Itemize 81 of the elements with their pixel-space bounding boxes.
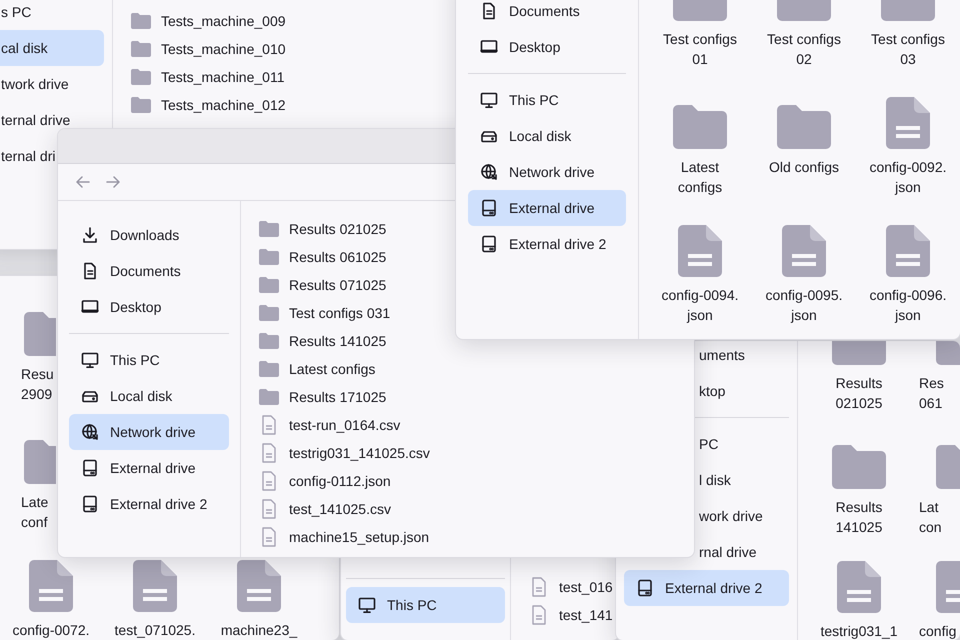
- file-list-item[interactable]: test_016: [529, 573, 613, 601]
- item-label: Lat con: [918, 498, 942, 537]
- sidebar-item[interactable]: rnal drive: [697, 534, 757, 570]
- hard-drive-icon: [480, 199, 498, 217]
- file-list-item[interactable]: Results 021025: [259, 215, 386, 243]
- sidebar-item[interactable]: External drive 2: [468, 226, 626, 262]
- item-label: Res 061: [918, 374, 944, 413]
- file-list-item[interactable]: Test configs 031: [259, 299, 390, 327]
- laptop-icon: [81, 298, 99, 316]
- sidebar-item[interactable]: cal disk: [0, 30, 104, 66]
- sidebar-item[interactable]: ktop: [697, 373, 726, 409]
- sidebar-item[interactable]: External drive: [69, 450, 229, 486]
- file-list-item[interactable]: Results 171025: [259, 383, 386, 411]
- item-label: config-0094. json: [660, 286, 740, 325]
- sidebar-item[interactable]: s PC: [0, 0, 32, 30]
- item-label: Results 141025: [834, 498, 884, 537]
- file-list-item[interactable]: config-0112.json: [259, 467, 391, 495]
- item-label: testrig031_1: [819, 622, 899, 640]
- sidebar-item[interactable]: This PC: [346, 587, 505, 623]
- file-list-item[interactable]: Tests_machine_011: [131, 63, 284, 91]
- sidebar-item[interactable]: PC: [697, 426, 718, 462]
- file-list-item[interactable]: Results 141025: [259, 327, 386, 355]
- file-list-item[interactable]: Tests_machine_012: [131, 91, 286, 119]
- item-label: Results 021025: [834, 374, 884, 413]
- sidebar-item[interactable]: This PC: [468, 82, 626, 118]
- sidebar-item[interactable]: Desktop: [69, 289, 229, 325]
- sidebar-item[interactable]: twork drive: [0, 66, 69, 102]
- sidebar-item[interactable]: uments: [697, 341, 745, 373]
- item-label: config-0096. json: [868, 286, 948, 325]
- item-label: Test configs 03: [870, 30, 946, 69]
- file-list-item[interactable]: testrig031_141025.csv: [259, 439, 430, 467]
- sidebar-item[interactable]: Local disk: [468, 118, 626, 154]
- file-list-item[interactable]: Results 071025: [259, 271, 386, 299]
- file-list-item[interactable]: Tests_machine_010: [131, 35, 286, 63]
- sidebar-item[interactable]: ternal drive: [0, 102, 70, 138]
- download-icon: [81, 226, 99, 244]
- item-label: Test configs 02: [766, 30, 842, 69]
- item-label: config-0092. json: [868, 158, 948, 197]
- hard-drive-icon: [81, 459, 99, 477]
- item-label: Latest configs: [676, 158, 724, 197]
- monitor-icon: [81, 351, 99, 369]
- monitor-icon: [480, 91, 498, 109]
- item-label: machine23_: [220, 621, 298, 640]
- document-icon: [480, 2, 498, 20]
- item-label: config-0072.: [11, 621, 91, 640]
- sidebar-item[interactable]: Documents: [69, 253, 229, 289]
- hard-drive-icon: [480, 235, 498, 253]
- globe-icon: [480, 163, 498, 181]
- file-list-item[interactable]: Results 061025: [259, 243, 386, 271]
- globe-icon: [81, 423, 99, 441]
- sidebar-item[interactable]: Desktop: [468, 29, 626, 65]
- hard-drive-icon: [81, 495, 99, 513]
- item-label: Late conf: [20, 493, 48, 532]
- sidebar-item[interactable]: work drive: [697, 498, 763, 534]
- item-label: test_071025.: [114, 621, 196, 640]
- hard-drive-icon: [636, 579, 654, 597]
- sidebar-item[interactable]: Local disk: [69, 378, 229, 414]
- item-label: Old configs: [768, 158, 840, 177]
- document-icon: [81, 262, 99, 280]
- file-list-item[interactable]: machine15_setup.json: [259, 523, 430, 551]
- sidebar-item[interactable]: Network drive: [69, 414, 229, 450]
- sidebar-item[interactable]: Documents: [468, 0, 626, 29]
- sidebar-item[interactable]: Downloads: [69, 217, 229, 253]
- item-label: Resu 2909: [20, 365, 54, 404]
- item-label: config-0095. json: [764, 286, 844, 325]
- sidebar-item[interactable]: External drive 2: [69, 486, 229, 522]
- file-list-item[interactable]: test_141025.csv: [259, 495, 391, 523]
- monitor-icon: [358, 596, 376, 614]
- file-list-item[interactable]: test_141: [529, 601, 613, 629]
- item-label: config: [918, 622, 956, 640]
- file-list-item[interactable]: Latest configs: [259, 355, 376, 383]
- item-label: Test configs 01: [662, 30, 738, 69]
- sidebar-item[interactable]: Network drive: [468, 154, 626, 190]
- sidebar-item[interactable]: External drive 2: [624, 570, 789, 606]
- file-list-item[interactable]: Tests_machine_009: [131, 7, 286, 35]
- sidebar-item[interactable]: l disk: [697, 462, 731, 498]
- laptop-icon: [480, 38, 498, 56]
- sidebar-item[interactable]: ternal dri: [0, 138, 56, 174]
- sidebar-item[interactable]: External drive: [468, 190, 626, 226]
- sidebar-item[interactable]: This PC: [69, 342, 229, 378]
- file-list-item[interactable]: test-run_0164.csv: [259, 411, 400, 439]
